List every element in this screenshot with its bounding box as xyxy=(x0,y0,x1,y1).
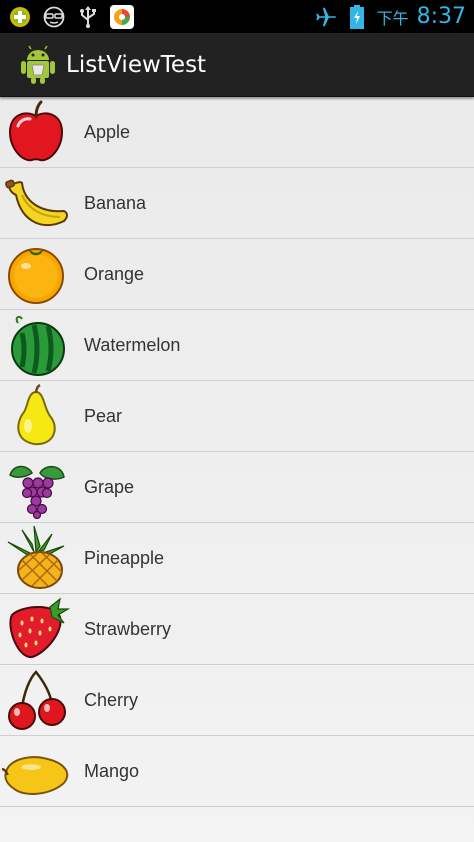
fruit-name: Pineapple xyxy=(84,547,165,568)
mango-icon xyxy=(2,739,70,803)
apple-icon xyxy=(2,100,70,164)
action-bar: ListViewTest xyxy=(0,33,474,97)
fruit-name: Mango xyxy=(84,760,140,781)
system-status: 下午 8:37 xyxy=(313,4,466,29)
app-title: ListViewTest xyxy=(66,51,207,78)
orange-icon xyxy=(2,242,70,306)
banana-icon xyxy=(2,171,70,235)
list-item[interactable]: Orange xyxy=(0,239,474,310)
list-item[interactable]: Grape xyxy=(0,452,474,523)
list-item[interactable]: Pear xyxy=(0,381,474,452)
plus-badge-icon xyxy=(8,5,32,29)
list-item[interactable]: Mango xyxy=(0,736,474,807)
pineapple-icon xyxy=(2,526,70,590)
fruit-name: Grape xyxy=(84,476,135,497)
battery-charging-icon xyxy=(345,4,369,29)
list-item[interactable]: Apple xyxy=(0,97,474,168)
fruit-name: Banana xyxy=(84,192,147,213)
airplane-mode-icon xyxy=(313,5,337,29)
fruit-name: Apple xyxy=(84,121,131,142)
android-robot-icon[interactable] xyxy=(20,45,56,85)
strawberry-icon xyxy=(2,597,70,661)
pear-icon xyxy=(2,384,70,448)
notification-icons xyxy=(8,4,134,29)
fruit-list[interactable]: Apple Banana Orange Watermelon Pear Grap… xyxy=(0,97,474,807)
time-period: 下午 xyxy=(376,8,409,28)
usb-icon xyxy=(76,5,100,29)
face-glasses-icon xyxy=(42,5,66,29)
fruit-name: Strawberry xyxy=(84,618,172,639)
fruit-name: Orange xyxy=(84,263,145,284)
list-item[interactable]: Pineapple xyxy=(0,523,474,594)
list-item[interactable]: Strawberry xyxy=(0,594,474,665)
grape-icon xyxy=(2,455,70,519)
list-item[interactable]: Banana xyxy=(0,168,474,239)
clock: 8:37 xyxy=(416,4,466,29)
fruit-name: Cherry xyxy=(84,689,139,710)
cherry-icon xyxy=(2,668,70,732)
watermelon-icon xyxy=(2,313,70,377)
fruit-name: Watermelon xyxy=(84,334,181,355)
list-item[interactable]: Watermelon xyxy=(0,310,474,381)
app-store-icon xyxy=(110,4,134,29)
fruit-name: Pear xyxy=(84,405,123,426)
list-item[interactable]: Cherry xyxy=(0,665,474,736)
status-bar: 下午 8:37 xyxy=(0,0,474,33)
